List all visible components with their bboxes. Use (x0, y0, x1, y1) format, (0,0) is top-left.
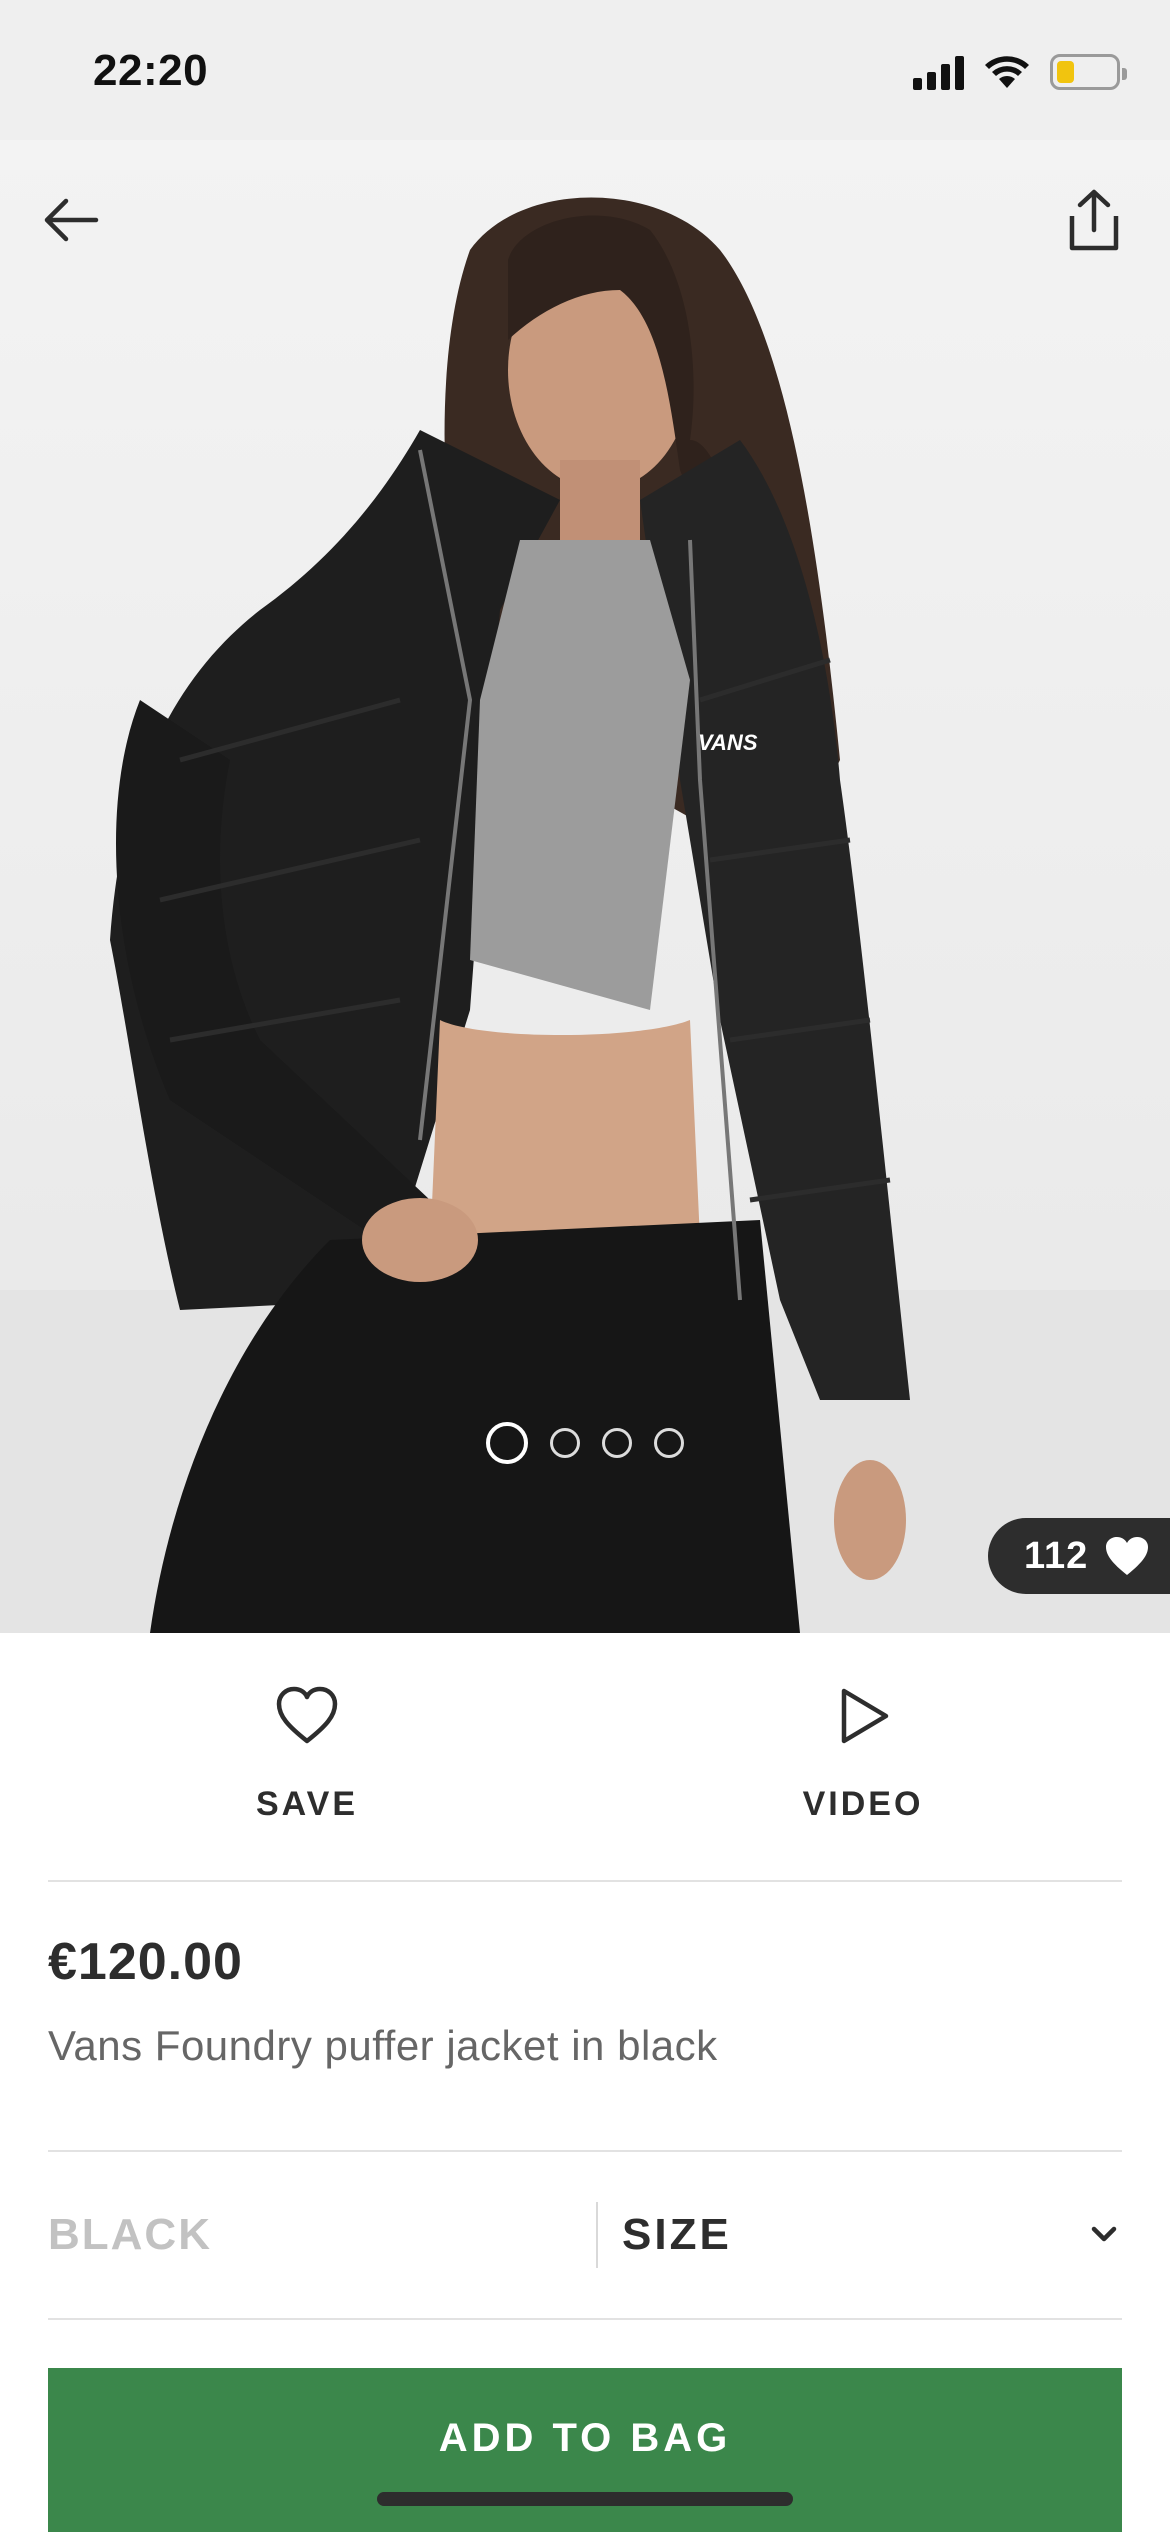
signal-icon (913, 54, 964, 90)
product-price: €120.00 (48, 1933, 243, 1991)
divider (48, 1880, 1122, 1882)
wifi-icon (985, 56, 1029, 88)
save-button[interactable]: SAVE (157, 1683, 457, 1824)
save-label: SAVE (255, 1785, 359, 1823)
heart-filled-icon (1106, 1537, 1149, 1575)
status-bar: 22:20 (0, 0, 1170, 140)
play-outline-icon (841, 1688, 889, 1744)
colour-value: BLACK (48, 2210, 212, 2259)
product-title: Vans Foundry puffer jacket in black (48, 2022, 718, 2069)
carousel-dot[interactable] (602, 1428, 632, 1458)
divider (48, 2318, 1122, 2320)
product-photo: VANS (0, 197, 1170, 1633)
size-label: SIZE (622, 2210, 732, 2259)
carousel-indicator[interactable] (0, 1422, 1170, 1464)
product-image-carousel[interactable]: VANS 112 (0, 140, 1170, 1633)
video-label: VIDEO (802, 1785, 924, 1823)
home-indicator (377, 2492, 793, 2506)
back-arrow-icon[interactable] (36, 184, 108, 256)
share-icon[interactable] (1058, 184, 1130, 256)
carousel-dot[interactable] (486, 1422, 528, 1464)
svg-text:VANS: VANS (698, 730, 758, 755)
likes-badge[interactable]: 112 (988, 1518, 1170, 1594)
status-icons (913, 50, 1127, 94)
add-to-bag-button[interactable]: ADD TO BAG (48, 2368, 1122, 2532)
likes-count: 112 (1024, 1534, 1089, 1577)
size-select[interactable]: SIZE (598, 2152, 1122, 2320)
battery-icon (1050, 54, 1127, 90)
status-time: 22:20 (93, 46, 209, 95)
chevron-down-icon (1091, 2226, 1117, 2242)
heart-outline-icon (276, 1686, 338, 1744)
carousel-dot[interactable] (654, 1428, 684, 1458)
product-actions: SAVE VIDEO (0, 1633, 1170, 1881)
video-button[interactable]: VIDEO (713, 1683, 1013, 1824)
variant-row: BLACK SIZE (0, 2152, 1170, 2320)
carousel-dot[interactable] (550, 1428, 580, 1458)
